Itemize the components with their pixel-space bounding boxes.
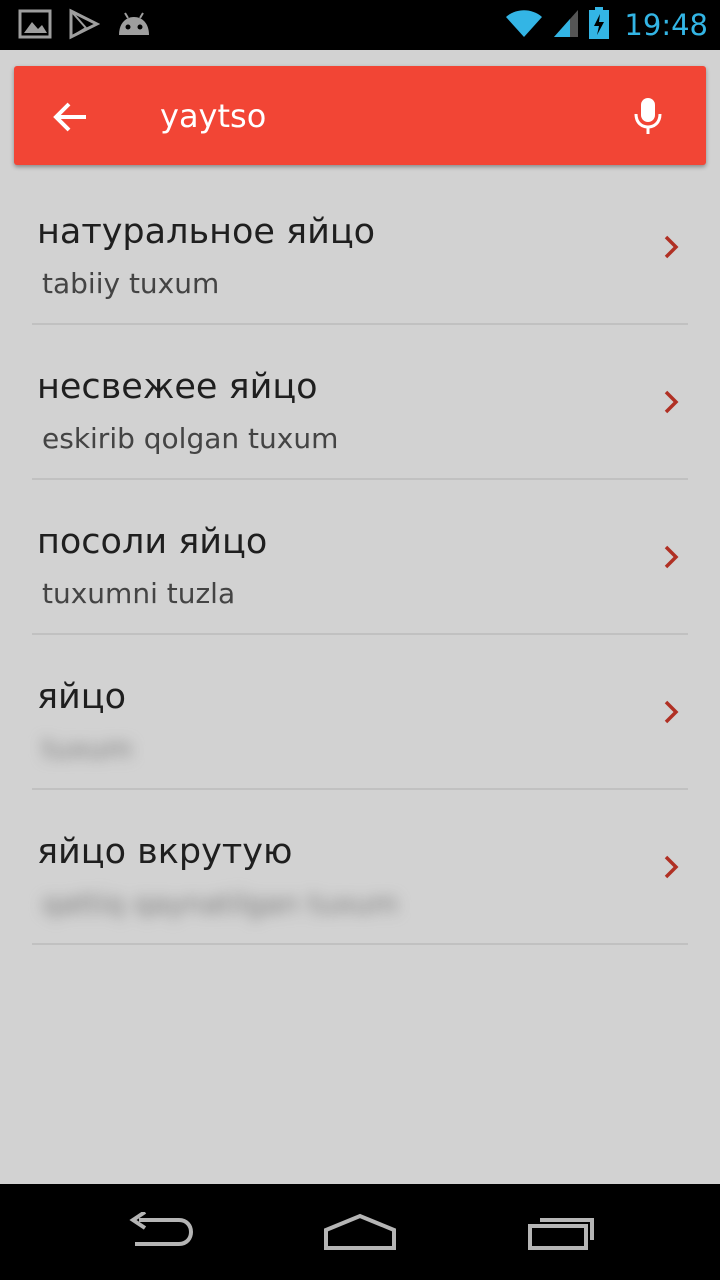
navigation-bar: [0, 1184, 720, 1280]
android-icon: [116, 9, 152, 43]
list-item[interactable]: натуральное яйцо tabiiy tuxum: [32, 170, 688, 325]
result-subtitle: eskirib qolgan tuxum: [42, 422, 339, 455]
play-store-icon: [68, 8, 101, 44]
home-icon: [324, 1213, 396, 1250]
chevron-right-icon: [664, 545, 679, 569]
results-list: натуральное яйцо tabiiy tuxum несвежее я…: [32, 170, 688, 945]
result-title: несвежее яйцо: [37, 367, 318, 407]
back-icon: [129, 1212, 194, 1246]
result-subtitle-blurred: tuxum: [42, 732, 133, 765]
battery-charging-icon: [588, 6, 610, 44]
list-item[interactable]: яйцо вкрутую qattiq qaynatilgan tuxum: [32, 790, 688, 945]
result-subtitle-blurred: qattiq qaynatilgan tuxum: [42, 887, 399, 920]
result-subtitle: tuxumni tuzla: [42, 577, 236, 610]
result-title: посоли яйцо: [37, 522, 268, 562]
nav-back-button[interactable]: [110, 1204, 210, 1260]
nav-recents-button[interactable]: [512, 1204, 612, 1260]
notification-icons: [18, 8, 168, 44]
voice-search-button[interactable]: [620, 88, 676, 144]
signal-icon: [552, 7, 580, 43]
chevron-right-icon: [664, 235, 679, 259]
search-bar: [14, 66, 706, 165]
microphone-icon: [634, 98, 662, 134]
arrow-left-icon: [53, 102, 86, 132]
back-button[interactable]: [44, 91, 96, 143]
system-icons: 19:48: [496, 6, 708, 44]
search-input[interactable]: [160, 94, 590, 138]
chevron-right-icon: [664, 700, 679, 724]
result-title: натуральное яйцо: [37, 212, 376, 252]
status-clock: 19:48: [624, 8, 708, 42]
recent-apps-icon: [528, 1218, 594, 1250]
list-item[interactable]: яйцо tuxum: [32, 635, 688, 790]
status-bar: 19:48: [0, 0, 720, 50]
result-subtitle: tabiiy tuxum: [42, 267, 220, 300]
gallery-icon: [18, 8, 52, 44]
list-item[interactable]: посоли яйцо tuxumni tuzla: [32, 480, 688, 635]
nav-home-button[interactable]: [310, 1204, 410, 1260]
chevron-right-icon: [664, 855, 679, 879]
chevron-right-icon: [664, 390, 679, 414]
result-title: яйцо вкрутую: [37, 832, 293, 872]
result-title: яйцо: [37, 677, 127, 717]
list-item[interactable]: несвежее яйцо eskirib qolgan tuxum: [32, 325, 688, 480]
wifi-icon: [504, 7, 544, 43]
